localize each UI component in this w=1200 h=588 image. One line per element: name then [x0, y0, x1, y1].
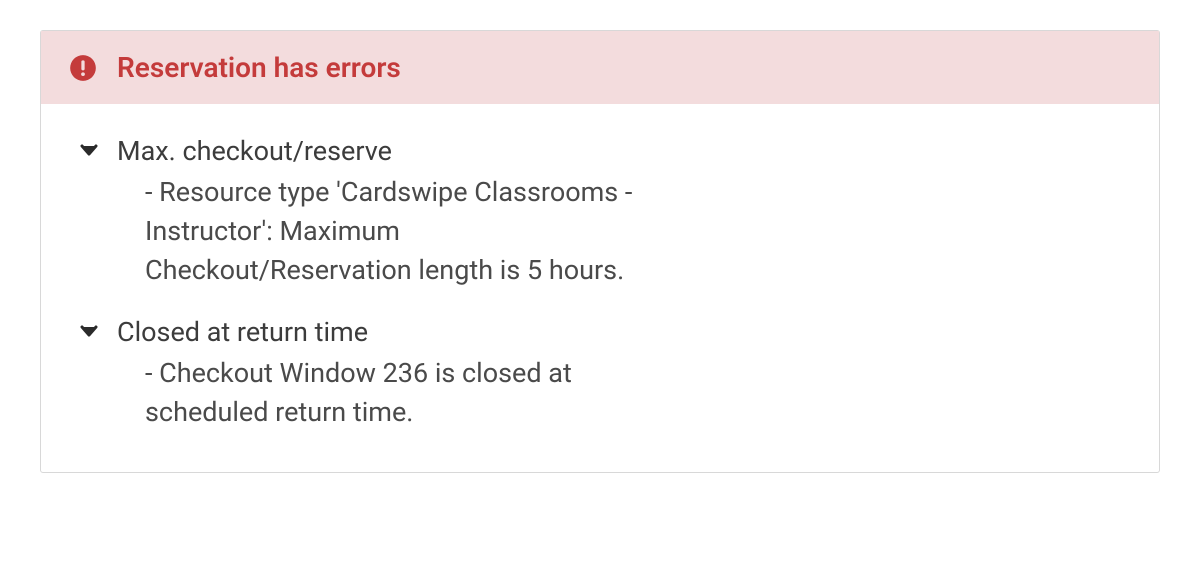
- error-item-toggle[interactable]: Closed at return time: [77, 315, 685, 350]
- error-header: Reservation has errors: [41, 31, 1159, 104]
- error-body: Max. checkout/reserve - Resource type 'C…: [41, 104, 721, 472]
- error-item-detail: - Resource type 'Cardswipe Classrooms - …: [145, 173, 665, 290]
- chevron-down-icon: [77, 138, 101, 162]
- error-item: Closed at return time - Checkout Window …: [77, 315, 685, 432]
- error-item: Max. checkout/reserve - Resource type 'C…: [77, 134, 685, 291]
- error-item-title: Max. checkout/reserve: [117, 134, 392, 169]
- chevron-down-icon: [77, 319, 101, 343]
- error-item-title: Closed at return time: [117, 315, 368, 350]
- error-item-detail: - Checkout Window 236 is closed at sched…: [145, 354, 665, 432]
- error-item-toggle[interactable]: Max. checkout/reserve: [77, 134, 685, 169]
- error-title: Reservation has errors: [117, 51, 401, 84]
- error-panel: Reservation has errors Max. checkout/res…: [40, 30, 1160, 473]
- error-circle-icon: [69, 54, 97, 82]
